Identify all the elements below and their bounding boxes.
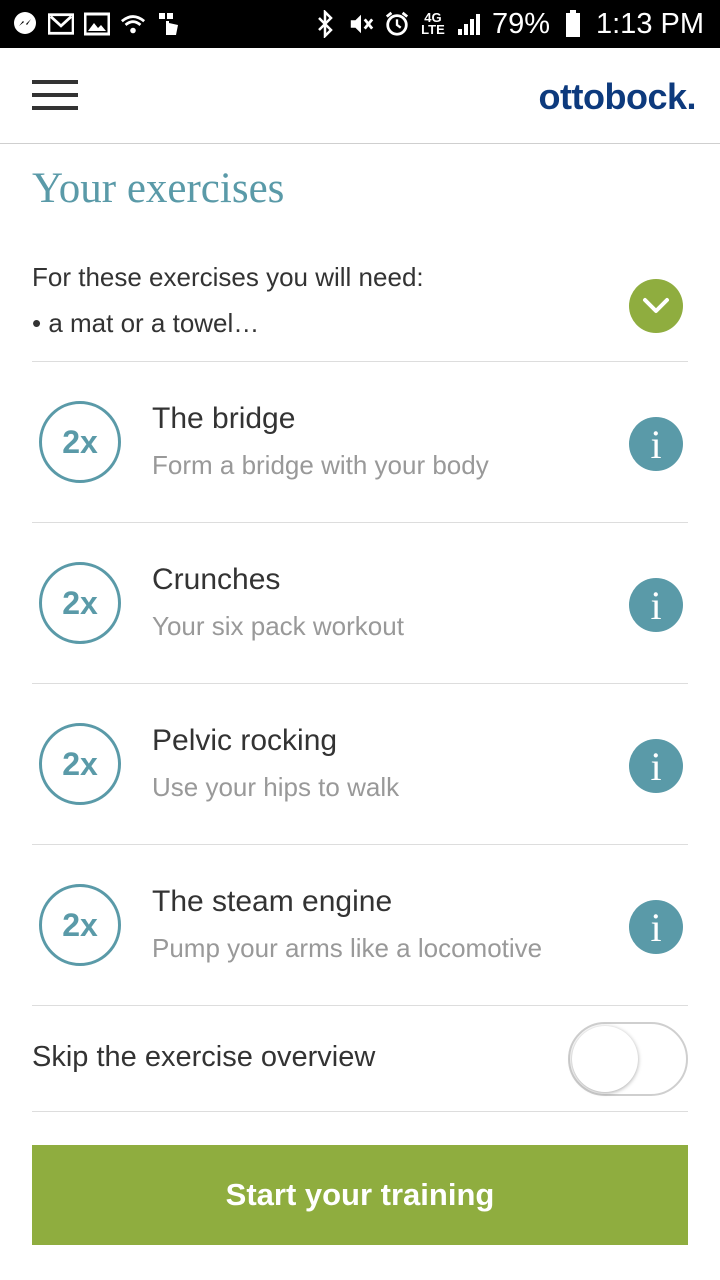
status-right-icons: 4G LTE 79% 1:13 PM	[312, 6, 704, 42]
gallery-icon	[84, 11, 110, 37]
alarm-icon	[384, 11, 410, 37]
exercise-title: Pelvic rocking	[152, 724, 338, 757]
network-type: 4G LTE	[421, 10, 445, 37]
info-icon[interactable]: i	[629, 417, 683, 471]
wifi-question-icon	[120, 11, 146, 37]
info-icon[interactable]: i	[629, 578, 683, 632]
exercise-title: Crunches	[152, 563, 281, 596]
signal-icon	[456, 11, 482, 37]
mute-icon	[348, 11, 374, 37]
repetitions-badge: 2x	[39, 723, 121, 805]
exercise-subtitle: Form a bridge with your body	[152, 450, 489, 480]
exercise-item-the-bridge[interactable]: 2x The bridge Form a bridge with your bo…	[32, 362, 688, 522]
status-left-icons	[12, 8, 182, 40]
expand-requirements-button[interactable]	[629, 279, 683, 333]
info-icon[interactable]: i	[629, 739, 683, 793]
exercise-subtitle: Your six pack workout	[152, 611, 404, 641]
requirements-item: • a mat or a towel…	[32, 308, 260, 338]
bluetooth-icon	[312, 10, 338, 38]
exercise-item-the-steam-engine[interactable]: 2x The steam engine Pump your arms like …	[32, 845, 688, 1005]
status-bar: 4G LTE 79% 1:13 PM	[0, 0, 720, 48]
repetitions-badge: 2x	[39, 562, 121, 644]
skip-overview-toggle[interactable]	[568, 1022, 688, 1096]
requirements-heading: For these exercises you will need:	[32, 262, 424, 292]
messenger-icon	[12, 11, 38, 37]
touch-icon	[156, 11, 182, 37]
exercise-item-crunches[interactable]: 2x Crunches Your six pack workout i	[32, 523, 688, 683]
battery-icon	[560, 10, 586, 37]
battery-percent: 79%	[491, 7, 550, 40]
gmail-icon	[48, 11, 74, 37]
exercise-title: The bridge	[152, 402, 296, 435]
exercise-subtitle: Pump your arms like a locomotive	[152, 933, 543, 963]
divider	[32, 1111, 688, 1112]
chevron-down-icon	[643, 298, 669, 313]
exercise-item-pelvic-rocking[interactable]: 2x Pelvic rocking Use your hips to walk …	[32, 684, 688, 844]
repetitions-badge: 2x	[39, 401, 121, 483]
app-header: ottobock.	[0, 48, 720, 144]
page-title: Your exercises	[32, 165, 285, 212]
info-icon[interactable]: i	[629, 900, 683, 954]
toggle-knob	[572, 1026, 638, 1092]
repetitions-badge: 2x	[39, 884, 121, 966]
divider	[32, 1005, 688, 1006]
requirements-text: For these exercises you will need: • a m…	[32, 254, 592, 346]
exercise-subtitle: Use your hips to walk	[152, 772, 400, 802]
hamburger-menu-icon[interactable]	[30, 78, 82, 114]
skip-overview-label: Skip the exercise overview	[32, 1041, 376, 1073]
start-training-button[interactable]: Start your training	[32, 1145, 688, 1245]
brand-logo: ottobock.	[538, 76, 697, 117]
exercise-title: The steam engine	[152, 885, 393, 918]
clock: 1:13 PM	[596, 7, 704, 40]
